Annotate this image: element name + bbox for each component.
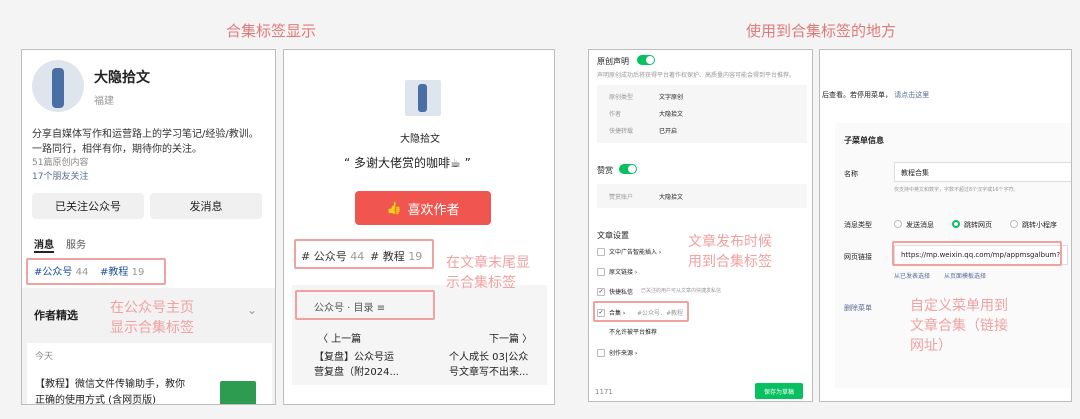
followed-button[interactable]: 已关注公众号 [32,193,144,219]
radio-jump-webpage-label[interactable]: 跳转网页 [964,220,992,230]
reward-toggle[interactable] [619,164,637,174]
send-message-button[interactable]: 发消息 [150,193,262,219]
article-end-panel: 大隐拾文 “ 多谢大佬赏的咖啡☕ ” 👍 喜欢作者 # 公众号 44 # 教程 … [283,49,555,405]
profile-name: 大隐拾文 [94,70,150,86]
today-label: 今天 [35,352,54,362]
original-description: 声明原创成功后将获得平台著作权保护、高质量内容可能会得到平台推荐。 [597,72,796,79]
profile-panel: 大隐拾文 福建 分享自媒体写作和运营路上的学习笔记/经验/教训。 一路同行，相伴… [21,49,276,405]
radio-send-message[interactable] [894,220,902,228]
select-template-link[interactable]: 从页面模板选择 [944,271,986,280]
creation-source-checkbox[interactable] [597,349,605,357]
submenu-section-title: 子菜单信息 [844,136,884,145]
radio-jump-miniprogram-label[interactable]: 跳转小程序 [1022,220,1057,230]
quick-repost-label: 快捷转载 [609,128,634,135]
radio-send-message-label[interactable]: 发送消息 [906,220,934,230]
note-article-end: 在文章末尾显 示合集标签 [446,255,530,291]
no-recommend-option[interactable]: 不允许被平台推荐 [609,327,657,336]
creation-source-option[interactable]: 创作来源 › [609,348,637,357]
author-name: 大隐拾文 [400,134,440,145]
source-link-option[interactable]: 原文链接 › [609,267,637,276]
original-type-label: 原创类型 [609,94,634,101]
reward-account-value: 大隐拾文 [659,194,684,201]
reward-label: 赞赏 [597,166,613,175]
menu-name-label: 名称 [844,170,858,178]
author-label: 作者 [609,111,622,118]
quick-message-option[interactable]: 快捷私信 [609,287,633,296]
webpage-link-label: 网页链接 [844,253,872,261]
highlight-collection-option [593,301,689,322]
prev-article-title-1[interactable]: 【复盘】公众号运 [314,348,394,363]
publish-settings-panel: 原创声明 声明原创成功后将获得平台著作权保护、高质量内容可能会得到平台推荐。 原… [588,49,813,402]
menu-name-hint: 仅支持中英文和数字，字数不超过8个汉字或16个字符。 [894,187,1019,193]
note-menu: 自定义菜单用到 文章合集（链接 网址） [910,298,1008,354]
next-article-label[interactable]: 下一篇 〉 [489,330,532,345]
source-link-checkbox[interactable] [597,268,605,276]
article-settings-label: 文章设置 [597,231,629,240]
highlight-catalog [295,290,435,320]
original-declaration-label: 原创声明 [597,57,629,66]
author-value: 大隐拾文 [659,111,684,118]
profile-bio-line2: 一路同行，相伴有你，期待你的关注。 [32,144,202,155]
original-type-value: 文字原创 [659,94,684,101]
menu-top-text: 后查看。若停用菜单， 请点击这里 [822,91,930,99]
highlight-webpage-link [892,241,1062,266]
highlight-profile-tags [26,258,166,285]
heading-left: 合集标签显示 [226,22,317,40]
tab-messages-underline [34,251,54,253]
quick-message-description: 已关注的用户可从文章内快捷发私信 [641,288,722,294]
note-publish: 文章发布时候 用到合集标签 [688,234,772,270]
reward-quote: “ 多谢大佬赏的咖啡☕ ” [344,156,471,170]
quick-repost-value: 已开启 [659,128,678,135]
select-published-link[interactable]: 从已发表选择 [894,271,930,280]
like-author-button[interactable]: 👍 喜欢作者 [355,191,491,225]
message-type-label: 消息类型 [844,221,872,229]
next-article-title-2[interactable]: 号文章写不出来... [449,363,529,378]
save-draft-button[interactable]: 保存为草稿 [755,383,803,399]
prev-article-label[interactable]: 〈 上一篇 [318,330,361,345]
prev-article-title-2[interactable]: 营复盘（附2024... [314,363,399,378]
next-article-title-1[interactable]: 个人成长 03|公众 [449,348,528,363]
avatar [32,60,84,112]
chevron-down-icon[interactable]: ⌄ [247,303,257,317]
heading-right: 使用到合集标签的地方 [746,22,897,40]
tab-messages[interactable]: 消息 [34,236,54,251]
quick-message-checkbox[interactable]: ✓ [597,288,605,296]
original-toggle[interactable] [637,55,655,65]
radio-jump-webpage[interactable] [952,220,960,228]
thumbs-up-icon: 👍 [386,201,402,215]
original-count: 51篇原创内容 [32,158,89,168]
menu-name-input[interactable]: 教程合集 [894,162,1071,182]
disable-menu-link[interactable]: 请点击这里 [894,91,929,99]
ads-option[interactable]: 文中广告智能插入 › [609,247,661,256]
tab-services[interactable]: 服务 [66,236,86,251]
ads-checkbox[interactable] [597,248,605,256]
reward-account-label: 赞赏账户 [609,194,634,201]
author-picks-title: 作者精选 [34,309,78,322]
profile-bio-line1: 分享自媒体写作和运营路上的学习笔记/经验/教训。 [32,129,259,140]
word-count: 1171 [595,388,613,396]
article-thumbnail [220,381,256,404]
highlight-end-tags [294,239,434,269]
profile-location: 福建 [94,96,114,107]
article-title-line2: 正确的使用方式 (含网页版) [35,395,156,405]
article-card[interactable]: 今天 【教程】微信文件传输助手，教你 正确的使用方式 (含网页版) [27,343,272,405]
friends-following[interactable]: 17个朋友关注 [32,169,88,182]
article-title-line1: 【教程】微信文件传输助手，教你 [35,379,185,390]
author-avatar [405,80,441,116]
radio-jump-miniprogram[interactable] [1010,220,1018,228]
note-profile: 在公众号主页 显示合集标签 [110,300,194,336]
delete-menu-link[interactable]: 删除菜单 [844,303,872,313]
